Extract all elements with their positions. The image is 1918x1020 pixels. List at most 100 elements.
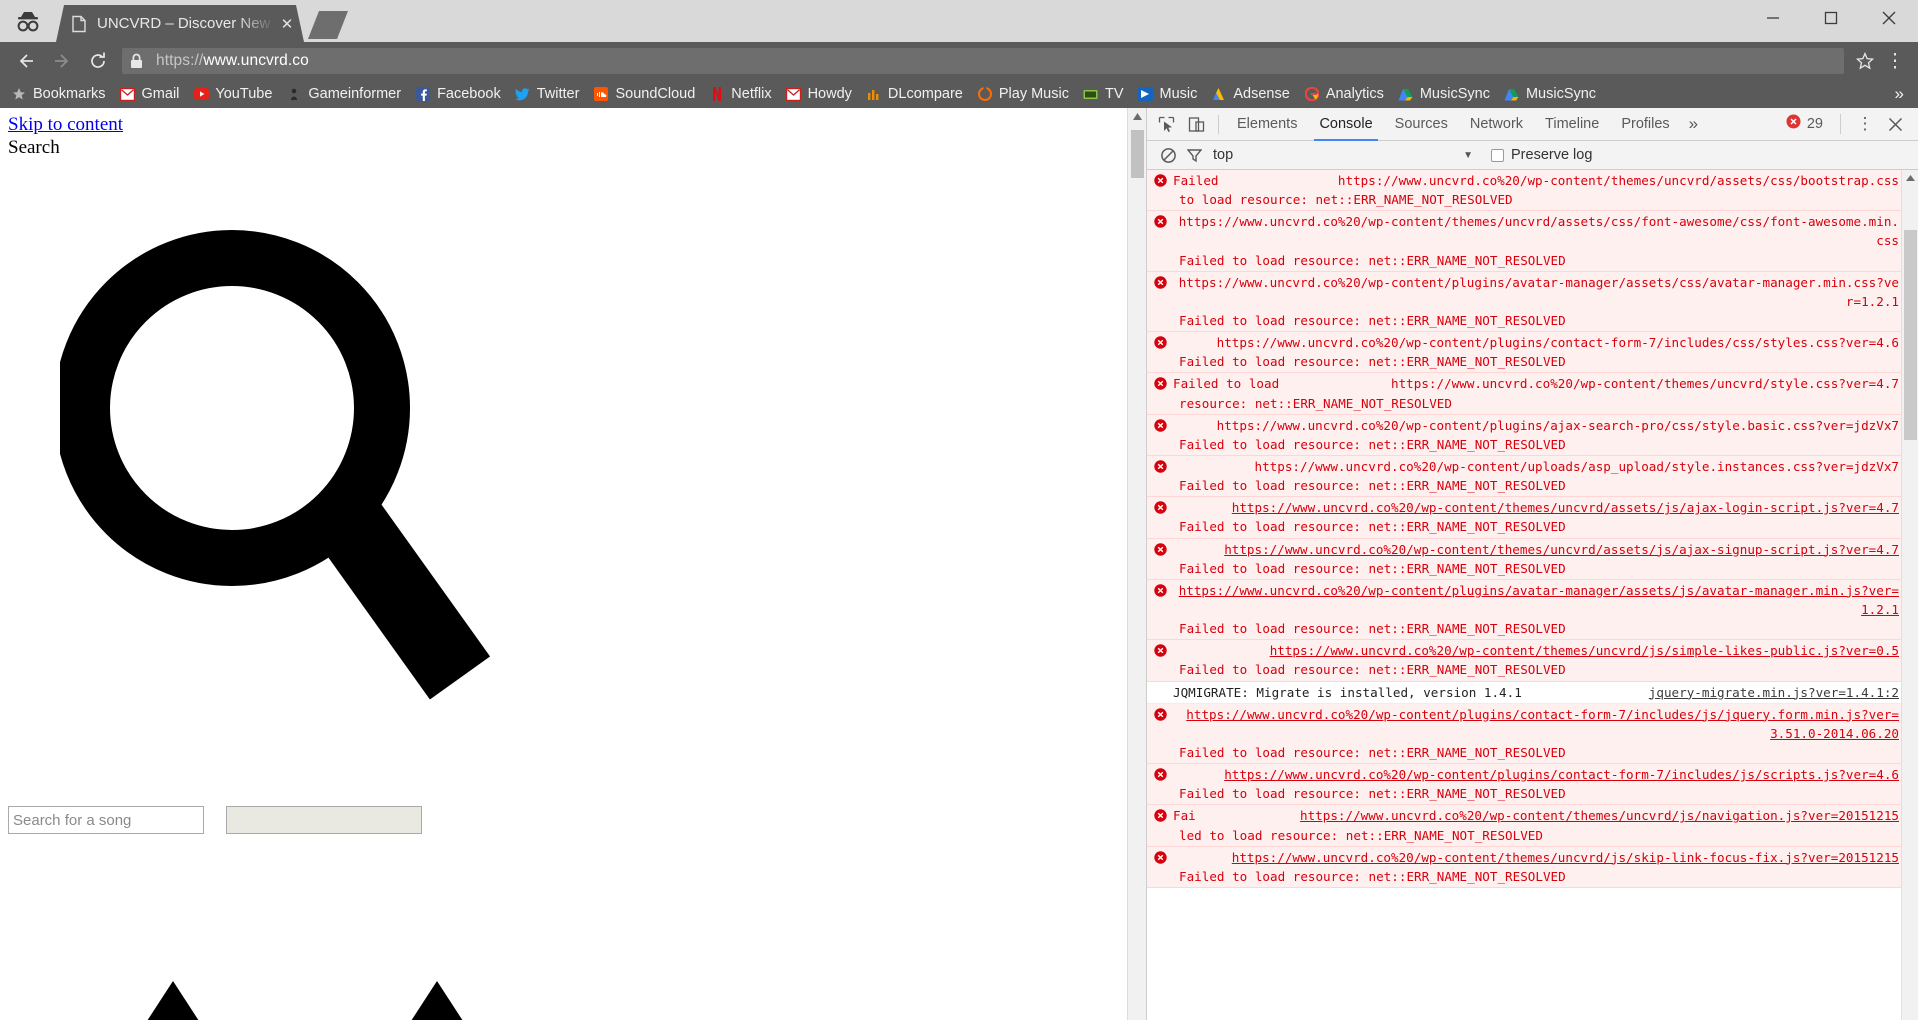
- drive-icon: [1504, 86, 1520, 102]
- skip-to-content-link[interactable]: Skip to content: [8, 114, 123, 136]
- back-button[interactable]: [8, 43, 44, 79]
- console-source-url[interactable]: https://www.uncvrd.co%20/wp-content/plug…: [1173, 705, 1899, 743]
- bookmark-play-music[interactable]: Play Music: [970, 82, 1076, 106]
- bookmark-musicsync[interactable]: MusicSync: [1497, 82, 1603, 106]
- bookmark-label: SoundCloud: [615, 86, 696, 102]
- console-source-url[interactable]: https://www.uncvrd.co%20/wp-content/plug…: [1173, 416, 1899, 435]
- incognito-icon: [0, 0, 56, 42]
- bookmark-analytics[interactable]: Analytics: [1297, 82, 1391, 106]
- minimize-button[interactable]: [1744, 0, 1802, 36]
- page-scrollbar-thumb[interactable]: [1131, 130, 1144, 178]
- devtools-tabbar-right: 29 ⋮: [1786, 110, 1914, 138]
- preserve-log-toggle[interactable]: Preserve log: [1491, 147, 1592, 163]
- chrome-menu-button[interactable]: ⋮: [1880, 46, 1910, 76]
- page-scroll-up-arrow[interactable]: [1128, 108, 1146, 125]
- console-source-url[interactable]: https://www.uncvrd.co%20/wp-content/plug…: [1173, 581, 1899, 619]
- search-input[interactable]: [8, 806, 204, 834]
- console-error-message: https://www.uncvrd.co%20/wp-content/them…: [1147, 211, 1901, 272]
- console-scroll-up-arrow[interactable]: [1902, 170, 1918, 186]
- bookmark-bookmarks[interactable]: Bookmarks: [4, 82, 113, 106]
- console-source-url[interactable]: https://www.uncvrd.co%20/wp-content/uplo…: [1173, 457, 1899, 476]
- console-source-url[interactable]: https://www.uncvrd.co%20/wp-content/them…: [1227, 171, 1899, 190]
- console-source-url[interactable]: https://www.uncvrd.co%20/wp-content/them…: [1204, 806, 1899, 825]
- bookmark-howdy[interactable]: Howdy: [779, 82, 859, 106]
- bookmark-soundcloud[interactable]: SoundCloud: [586, 82, 702, 106]
- bookmark-netflix[interactable]: Netflix: [702, 82, 778, 106]
- bookmark-music[interactable]: Music: [1131, 82, 1205, 106]
- console-message-text: Failed to load resource: net::ERR_NAME_N…: [1179, 621, 1566, 637]
- page-scrollbar[interactable]: [1127, 108, 1146, 1020]
- window-controls: [1744, 0, 1918, 42]
- error-count-badge[interactable]: 29: [1786, 114, 1831, 134]
- toolbar-divider: [1840, 114, 1841, 134]
- devtools-tab-console[interactable]: Console: [1308, 108, 1383, 141]
- console-source-url[interactable]: https://www.uncvrd.co%20/wp-content/plug…: [1173, 273, 1899, 311]
- console-source-url[interactable]: https://www.uncvrd.co%20/wp-content/them…: [1173, 641, 1899, 660]
- console-source-url[interactable]: https://www.uncvrd.co%20/wp-content/them…: [1287, 374, 1899, 393]
- console-source-url[interactable]: https://www.uncvrd.co%20/wp-content/plug…: [1173, 765, 1899, 784]
- bookmark-label: Music: [1159, 86, 1198, 102]
- lock-icon: [130, 53, 146, 69]
- devtools-tab-timeline[interactable]: Timeline: [1534, 108, 1610, 141]
- tab-close-icon[interactable]: ✕: [276, 13, 298, 35]
- devtools-close-button[interactable]: [1880, 110, 1910, 138]
- drive-icon: [1398, 86, 1414, 102]
- netflix-icon: [709, 86, 725, 102]
- preserve-log-checkbox[interactable]: [1491, 148, 1504, 162]
- search-submit-button[interactable]: [226, 806, 422, 834]
- gmail-icon: [120, 86, 136, 102]
- tv-icon: [1083, 86, 1099, 102]
- maximize-button[interactable]: [1802, 0, 1860, 36]
- console-source-url[interactable]: https://www.uncvrd.co%20/wp-content/them…: [1173, 540, 1899, 559]
- devtools-tab-sources[interactable]: Sources: [1384, 108, 1459, 141]
- bookmarks-overflow-button[interactable]: »: [1885, 84, 1914, 104]
- error-circle-icon: [1147, 498, 1173, 514]
- console-message-text: led to load resource: net::ERR_NAME_NOT_…: [1179, 827, 1543, 843]
- devtools-tab-network[interactable]: Network: [1459, 108, 1534, 141]
- devtools-tab-profiles[interactable]: Profiles: [1610, 108, 1680, 141]
- console-message-text: Failed to load resource: net::ERR_NAME_N…: [1179, 478, 1566, 494]
- execution-context-selector[interactable]: top ▼: [1213, 147, 1473, 163]
- forward-button[interactable]: [44, 43, 80, 79]
- bookmark-tv[interactable]: TV: [1076, 82, 1131, 106]
- console-message-text: Failed to load resource: net::ERR_NAME_N…: [1179, 786, 1566, 802]
- bookmark-adsense[interactable]: Adsense: [1204, 82, 1296, 106]
- devtools-tab-elements[interactable]: Elements: [1226, 108, 1308, 141]
- more-tabs-button[interactable]: »: [1681, 108, 1706, 141]
- close-window-button[interactable]: [1860, 0, 1918, 36]
- console-source-url[interactable]: https://www.uncvrd.co%20/wp-content/them…: [1173, 498, 1899, 517]
- bookmark-facebook[interactable]: Facebook: [408, 82, 508, 106]
- song-search-form: [8, 806, 422, 834]
- console-message-text: JQMIGRATE: Migrate is installed, version…: [1173, 684, 1522, 700]
- bookmark-label: Facebook: [437, 86, 501, 102]
- new-tab-button[interactable]: [308, 11, 348, 39]
- bookmark-gmail[interactable]: Gmail: [113, 82, 187, 106]
- console-scrollbar-thumb[interactable]: [1904, 230, 1917, 440]
- console-source-url[interactable]: https://www.uncvrd.co%20/wp-content/them…: [1173, 848, 1899, 867]
- address-bar[interactable]: https://www.uncvrd.co: [122, 48, 1844, 74]
- console-source-url[interactable]: https://www.uncvrd.co%20/wp-content/plug…: [1173, 333, 1899, 352]
- bookmark-twitter[interactable]: Twitter: [508, 82, 587, 106]
- bookmark-gameinformer[interactable]: Gameinformer: [279, 82, 408, 106]
- device-toolbar-icon[interactable]: [1181, 110, 1211, 138]
- play-music-icon: [977, 86, 993, 102]
- inspect-cursor-icon[interactable]: [1151, 110, 1181, 138]
- console-error-message: https://www.uncvrd.co%20/wp-content/them…: [1147, 640, 1901, 682]
- bookmark-star-icon[interactable]: [1850, 46, 1880, 76]
- error-circle-icon: [1147, 581, 1173, 597]
- console-error-message: https://www.uncvrd.co%20/wp-content/them…: [1147, 846, 1901, 888]
- bookmark-dlcompare[interactable]: DLcompare: [859, 82, 970, 106]
- console-message-text: Failed to load resource: net::ERR_NAME_N…: [1179, 312, 1566, 328]
- console-source-url[interactable]: https://www.uncvrd.co%20/wp-content/them…: [1173, 212, 1899, 250]
- browser-tab[interactable]: UNCVRD – Discover New ✕: [56, 5, 304, 42]
- console-error-message: Failed https://www.uncvrd.co%20/wp-conten…: [1147, 170, 1901, 212]
- clear-console-icon[interactable]: [1155, 143, 1181, 167]
- reload-button[interactable]: [80, 43, 116, 79]
- bookmark-youtube[interactable]: YouTube: [186, 82, 279, 106]
- devtools-settings-button[interactable]: ⋮: [1850, 110, 1880, 138]
- console-source-url[interactable]: jquery-migrate.min.js?ver=1.4.1:2: [1530, 683, 1899, 702]
- console-scrollbar[interactable]: [1901, 170, 1918, 1020]
- filter-funnel-icon[interactable]: [1181, 143, 1207, 167]
- console-message-text: to load resource: net::ERR_NAME_NOT_RESO…: [1179, 192, 1513, 208]
- bookmark-musicsync[interactable]: MusicSync: [1391, 82, 1497, 106]
